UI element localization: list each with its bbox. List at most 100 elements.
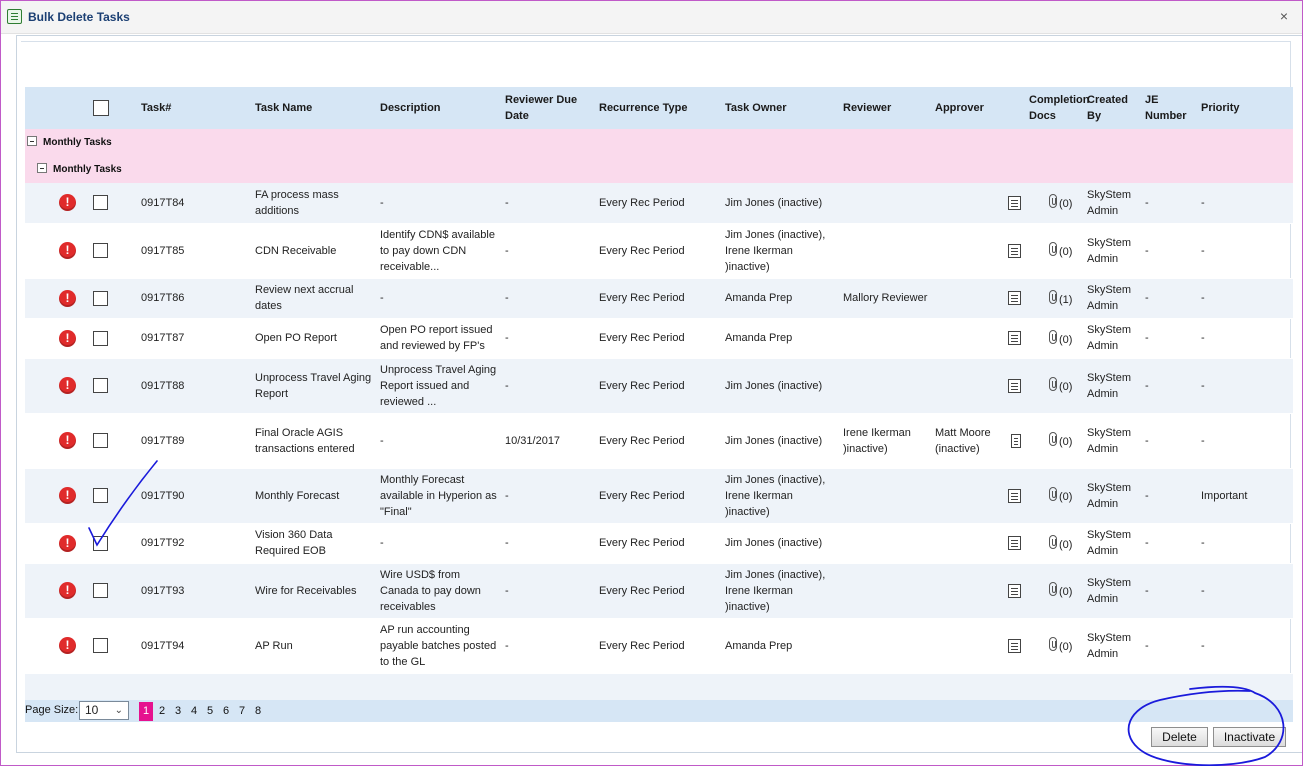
page-link[interactable]: 4 [187, 702, 201, 721]
cell-task-name: Final Oracle AGIS transactions entered [255, 413, 380, 469]
cell-description: - [380, 278, 505, 319]
paperclip-icon[interactable] [1049, 534, 1057, 549]
table-row: ! 0917T94 AP Run AP run accounting payable … [25, 618, 1293, 674]
alert-icon: ! [59, 432, 76, 449]
row-checkbox[interactable] [93, 290, 108, 306]
cell-je-number: - [1145, 413, 1201, 469]
page-size-select[interactable]: 10 ⌄ [79, 701, 129, 720]
collapse-icon[interactable] [27, 136, 37, 146]
cell-due-date: - [505, 318, 599, 359]
col-header-reviewer-due-date[interactable]: Reviewer Due Date [505, 87, 599, 129]
cell-recurrence: Every Rec Period [599, 523, 725, 564]
document-icon[interactable] [1008, 583, 1021, 598]
tasks-table: Task# Task Name Description Reviewer Due… [25, 87, 1293, 703]
cell-priority: - [1201, 358, 1293, 414]
group-row-level2: Monthly Tasks [25, 156, 1293, 183]
page-link[interactable]: 5 [203, 702, 217, 721]
cell-description: - [380, 523, 505, 564]
document-icon[interactable] [1008, 536, 1021, 550]
cell-created-by: SkyStem Admin [1087, 223, 1145, 279]
cell-task-num: 0917T86 [141, 278, 255, 319]
page-link[interactable]: 3 [171, 702, 185, 721]
cell-priority: - [1201, 523, 1293, 564]
cell-created-by: SkyStem Admin [1087, 358, 1145, 414]
paperclip-icon[interactable] [1049, 194, 1057, 209]
col-header-reviewer[interactable]: Reviewer [843, 87, 935, 129]
paperclip-icon[interactable] [1049, 637, 1057, 652]
cell-je-number: - [1145, 618, 1201, 674]
cell-due-date: - [505, 223, 599, 279]
cell-reviewer: Irene Ikerman )inactive) [843, 413, 935, 469]
table-row: ! 0917T93 Wire for Receivables Wire USD$ fr… [25, 563, 1293, 619]
cell-je-number: - [1145, 278, 1201, 319]
paperclip-icon[interactable] [1049, 432, 1057, 447]
cell-task-num: 0917T90 [141, 468, 255, 524]
col-header-created-by[interactable]: Created By [1087, 87, 1145, 129]
docs-count: (0) [1059, 491, 1073, 503]
col-header-je-number[interactable]: JE Number [1145, 87, 1201, 129]
row-checkbox[interactable] [93, 433, 108, 449]
cell-reviewer: Mallory Reviewer [843, 278, 935, 319]
document-icon[interactable] [1010, 433, 1021, 448]
alert-icon: ! [59, 242, 76, 259]
col-header-priority[interactable]: Priority [1201, 87, 1293, 129]
row-checkbox[interactable] [93, 330, 108, 346]
document-icon[interactable] [1008, 378, 1021, 393]
paperclip-icon[interactable] [1049, 582, 1057, 597]
alert-icon: ! [59, 377, 76, 394]
grid-container: Task# Task Name Description Reviewer Due… [21, 41, 1293, 722]
collapse-icon[interactable] [37, 163, 47, 173]
row-checkbox[interactable] [93, 638, 108, 654]
cell-due-date: - [505, 618, 599, 674]
page-link[interactable]: 2 [155, 702, 169, 721]
page-link[interactable]: 6 [219, 702, 233, 721]
pager: Page Size: 10 ⌄ 12345678 [25, 700, 1293, 722]
cell-je-number: - [1145, 523, 1201, 564]
table-row: ! 0917T90 Monthly Forecast Monthly Forecast… [25, 468, 1293, 524]
cell-priority: - [1201, 183, 1293, 224]
paperclip-icon[interactable] [1049, 289, 1057, 304]
page-link[interactable]: 8 [251, 702, 265, 721]
cell-priority: - [1201, 563, 1293, 619]
row-checkbox[interactable] [93, 195, 108, 211]
col-header-task-num[interactable]: Task# [141, 87, 255, 129]
select-all-checkbox[interactable] [93, 100, 109, 117]
alert-icon: ! [59, 534, 76, 552]
row-checkbox[interactable] [93, 378, 108, 394]
row-checkbox[interactable] [93, 488, 108, 504]
row-checkbox[interactable] [93, 535, 108, 551]
paperclip-icon[interactable] [1049, 377, 1057, 392]
col-header-task-owner[interactable]: Task Owner [725, 87, 843, 129]
document-icon[interactable] [1008, 488, 1021, 503]
delete-button[interactable]: Delete [1151, 727, 1208, 747]
paperclip-icon[interactable] [1049, 487, 1057, 502]
col-header-task-name[interactable]: Task Name [255, 87, 380, 129]
page-link[interactable]: 7 [235, 702, 249, 721]
close-icon[interactable]: × [1280, 8, 1288, 24]
document-icon[interactable] [1008, 291, 1021, 305]
cell-task-num: 0917T88 [141, 358, 255, 414]
document-icon[interactable] [1008, 243, 1021, 258]
paperclip-icon[interactable] [1049, 329, 1057, 344]
col-header-completion-docs[interactable]: Completion Docs [1029, 87, 1090, 129]
cell-reviewer [843, 358, 935, 414]
col-header-description[interactable]: Description [380, 87, 505, 129]
docs-count: (0) [1059, 538, 1073, 551]
document-icon[interactable] [1008, 638, 1021, 653]
document-icon[interactable] [1008, 331, 1021, 345]
cell-task-name: Monthly Forecast [255, 468, 380, 524]
cell-due-date: - [505, 358, 599, 414]
cell-task-num: 0917T84 [141, 183, 255, 224]
dialog-content: Task# Task Name Description Reviewer Due… [16, 35, 1302, 753]
cell-description: Wire USD$ from Canada to pay down receiv… [380, 563, 505, 619]
col-header-recurrence-type[interactable]: Recurrence Type [599, 87, 725, 129]
col-header-approver[interactable]: Approver [935, 87, 1029, 129]
inactivate-button[interactable]: Inactivate [1213, 727, 1286, 747]
paperclip-icon[interactable] [1049, 242, 1057, 257]
alert-icon: ! [59, 637, 76, 654]
row-checkbox[interactable] [93, 243, 108, 259]
table-header: Task# Task Name Description Reviewer Due… [25, 87, 1293, 129]
document-icon[interactable] [1008, 195, 1021, 210]
row-checkbox[interactable] [93, 583, 108, 599]
page-link[interactable]: 1 [139, 702, 153, 721]
